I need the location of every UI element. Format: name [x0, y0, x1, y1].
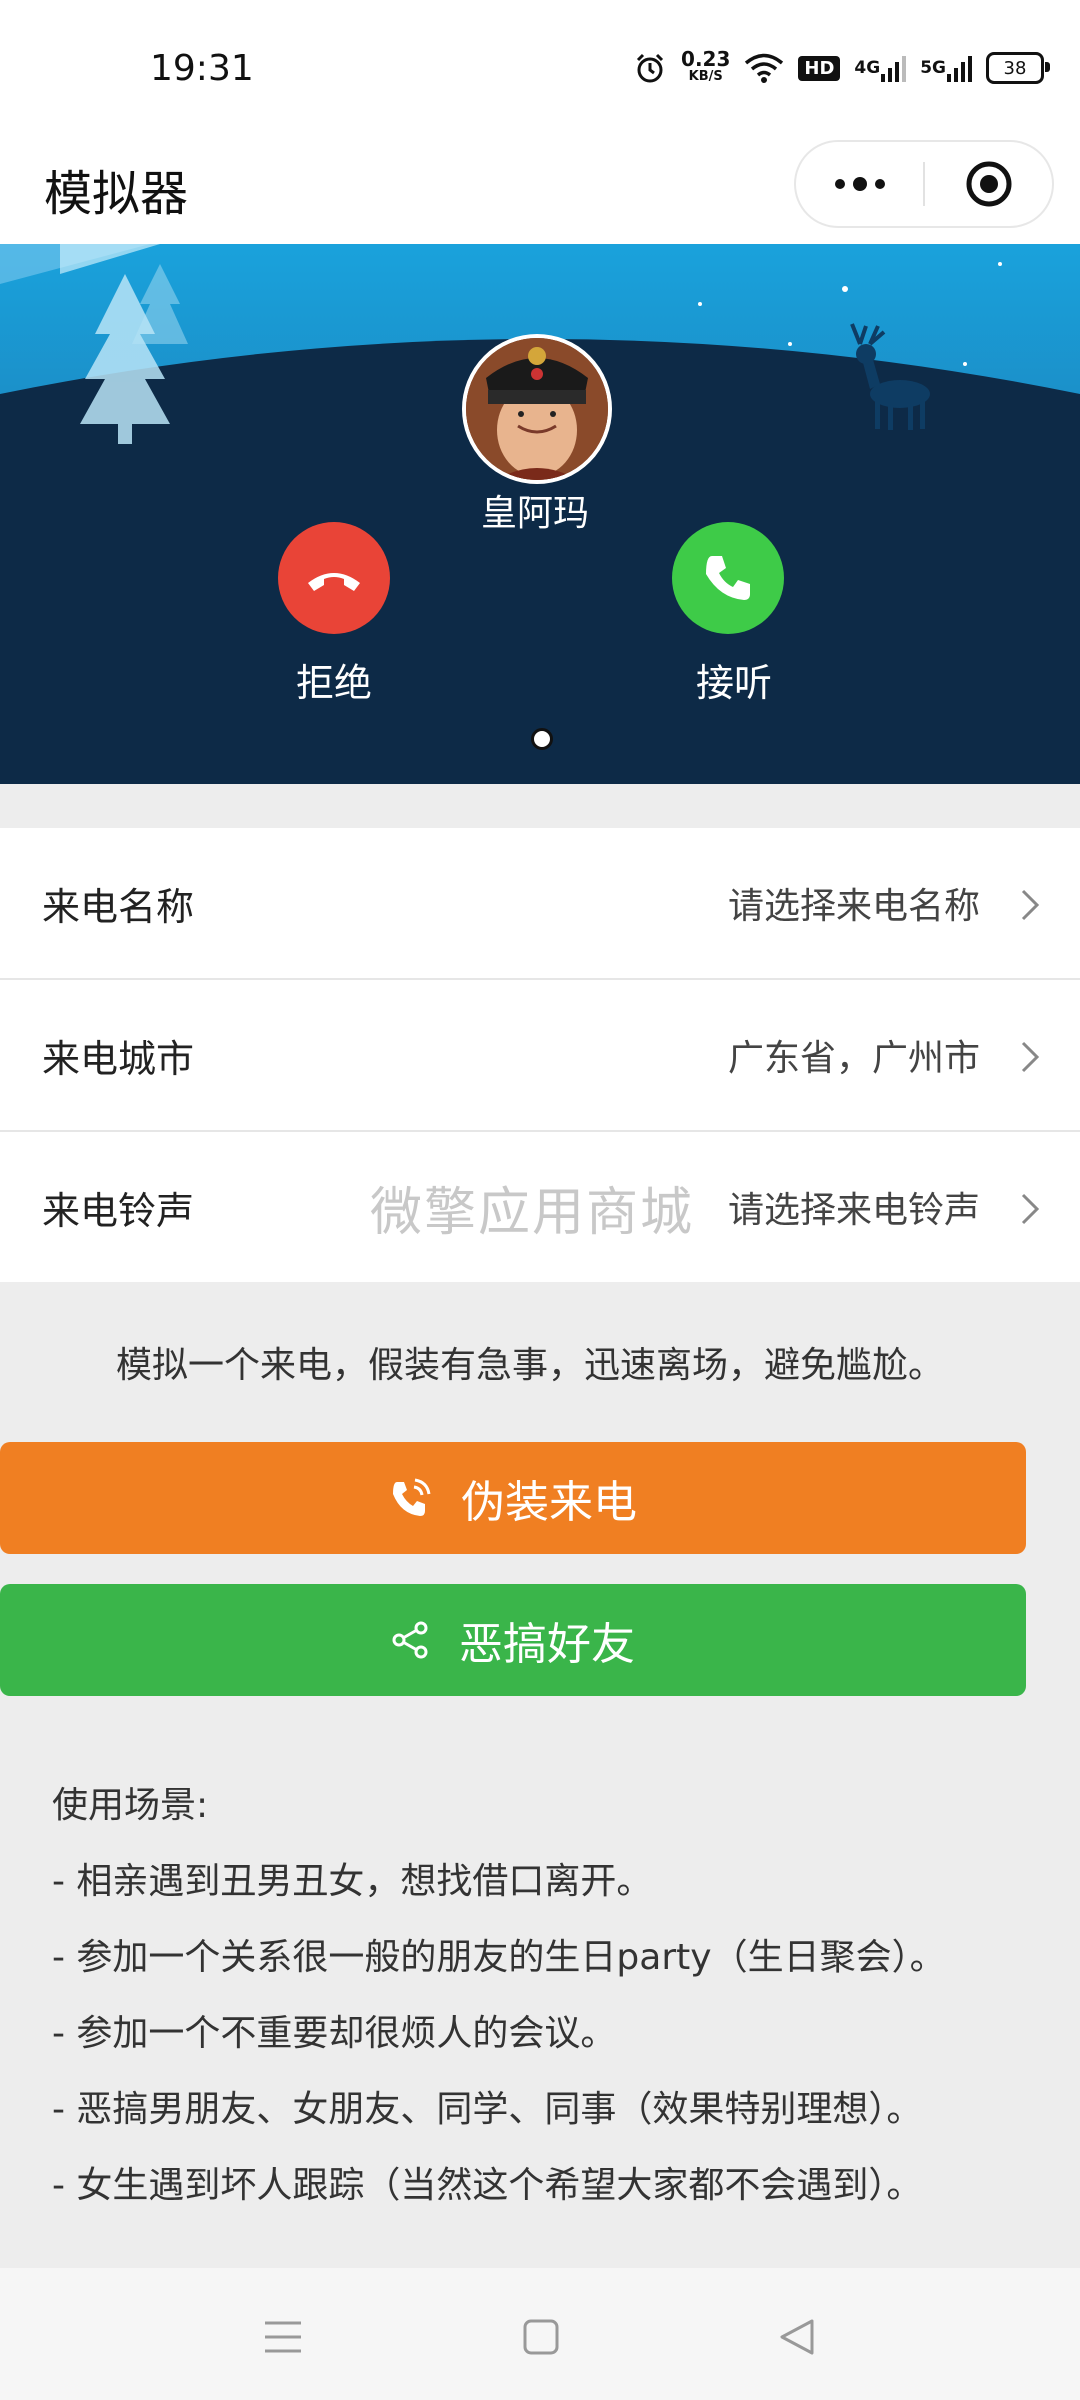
usage-title: 使用场景: [52, 1785, 209, 1826]
system-nav-bar [0, 2268, 1080, 2400]
tagline: 模拟一个来电，假装有急事，迅速离场，避免尴尬。 [115, 1345, 944, 1386]
menu-icon [265, 2321, 301, 2353]
caller-city-row[interactable]: 来电城市 广东省，广州市 [0, 980, 1080, 1132]
call-preview-banner: 皇阿玛 拒绝 接听 [0, 244, 1080, 784]
caller-city-label: 来电城市 [42, 1036, 195, 1081]
signal-4g-icon: 4G [854, 54, 907, 82]
hang-up-icon [308, 573, 360, 591]
caller-city-value: 广东省，广州市 [727, 1038, 980, 1079]
usage-scenarios: 使用场景: - 相亲遇到丑男丑女，想找借口离开。 - 参加一个关系很一般的朋友的… [52, 1768, 946, 2224]
caller-name: 皇阿玛 [480, 493, 589, 534]
status-time: 19:31 [150, 48, 254, 89]
prank-friend-button[interactable]: 恶搞好友 [0, 1584, 1026, 1696]
wifi-icon [744, 52, 784, 84]
phone-ringing-icon [389, 1476, 433, 1520]
net-4g-label: 4G [854, 58, 881, 78]
net-5g-label: 5G [920, 58, 946, 78]
call-settings-form: 来电名称 请选择来电名称 来电城市 广东省，广州市 来电铃声 微擎应用商城 请选… [0, 828, 1080, 1282]
prank-friend-label: 恶搞好友 [459, 1619, 635, 1670]
usage-item: - 恶搞男朋友、女朋友、同学、同事（效果特别理想）。 [52, 2089, 923, 2130]
usage-item: - 相亲遇到丑男丑女，想找借口离开。 [52, 1861, 653, 1902]
phone-icon [706, 556, 750, 600]
battery-level: 38 [1003, 57, 1027, 79]
more-dots-icon [834, 177, 885, 191]
close-miniprogram-button[interactable] [925, 142, 1052, 226]
page-title: 模拟器 [44, 166, 189, 222]
net-speed: 0.23 KB/S [681, 47, 731, 86]
accept-call-button[interactable] [672, 522, 784, 634]
battery-icon: 38 [986, 52, 1050, 84]
caller-name-row[interactable]: 来电名称 请选择来电名称 [0, 828, 1080, 980]
caller-avatar [462, 334, 612, 484]
title-bar: 模拟器 [0, 140, 1080, 244]
miniprogram-capsule [794, 140, 1054, 228]
menu-button[interactable] [258, 2312, 308, 2362]
ringtone-row[interactable]: 来电铃声 微擎应用商城 请选择来电铃声 [0, 1132, 1080, 1282]
accept-label: 接听 [695, 661, 772, 705]
usage-item: - 女生遇到坏人跟踪（当然这个希望大家都不会遇到）。 [52, 2165, 923, 2206]
carousel-indicator-dot [531, 728, 553, 750]
alarm-icon [633, 51, 667, 85]
target-circle-icon [966, 161, 1011, 207]
net-speed-value: 0.23 [681, 47, 731, 71]
status-icons: 0.23 KB/S HD 4G 5G 38 [633, 47, 1050, 86]
watermark-text: 微擎应用商城 [370, 1182, 695, 1243]
usage-item: - 参加一个关系很一般的朋友的生日party（生日聚会）。 [52, 1937, 946, 1978]
hd-badge: HD [798, 55, 841, 81]
ringtone-label: 来电铃声 [42, 1188, 195, 1233]
home-square-icon [523, 2319, 559, 2355]
home-button[interactable] [516, 2312, 566, 2362]
ringtone-value: 请选择来电铃声 [727, 1190, 980, 1231]
status-bar: 19:31 0.23 KB/S HD 4G 5G 38 [0, 0, 1080, 140]
net-speed-unit: KB/S [688, 69, 723, 84]
chevron-right-icon [1021, 1041, 1040, 1073]
caller-name-label: 来电名称 [42, 884, 195, 929]
decline-label: 拒绝 [295, 661, 372, 705]
back-triangle-icon [780, 2319, 814, 2355]
fake-call-label: 伪装来电 [461, 1477, 637, 1528]
chevron-right-icon [1021, 1193, 1040, 1225]
caller-name-value: 请选择来电名称 [727, 886, 980, 927]
chevron-right-icon [1021, 889, 1040, 921]
signal-5g-icon: 5G [920, 54, 972, 82]
share-icon [391, 1620, 431, 1660]
more-button[interactable] [796, 142, 923, 226]
back-button[interactable] [772, 2312, 822, 2362]
usage-item: - 参加一个不重要却很烦人的会议。 [52, 2013, 617, 2054]
decline-call-button[interactable] [278, 522, 390, 634]
fake-call-button[interactable]: 伪装来电 [0, 1442, 1026, 1554]
